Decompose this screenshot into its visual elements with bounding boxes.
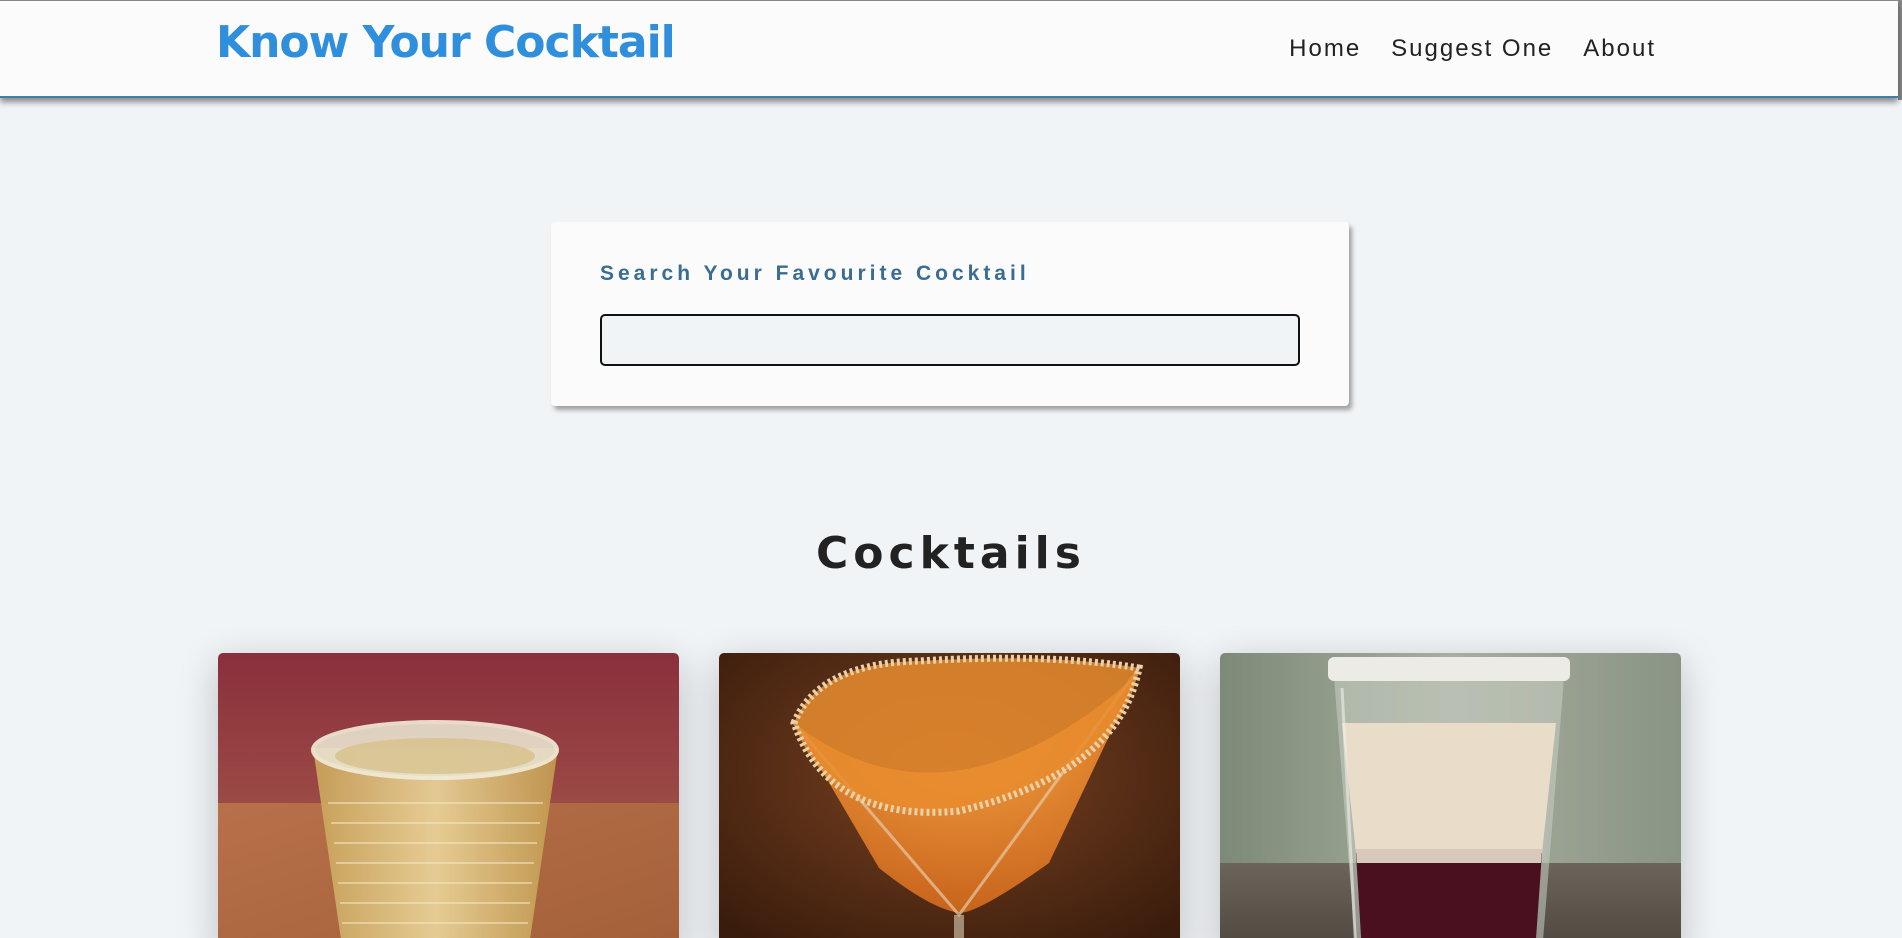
cocktail-photo-orange-martini: [719, 653, 1180, 938]
nav-about-link[interactable]: About: [1583, 35, 1656, 63]
section-title: Cocktails: [816, 528, 1086, 579]
nav-links: Home Suggest One About: [1289, 35, 1656, 63]
page: Know Your Cocktail Home Suggest One Abou…: [0, 0, 1902, 938]
cocktail-photo-layered-shot: [1220, 653, 1681, 938]
scrollbar[interactable]: [1898, 0, 1902, 938]
nav-home-link[interactable]: Home: [1289, 35, 1361, 63]
search-label: Search Your Favourite Cocktail: [600, 262, 1030, 285]
search-input[interactable]: [600, 314, 1300, 366]
cocktail-card[interactable]: [218, 653, 679, 938]
cocktail-card[interactable]: [719, 653, 1180, 938]
cocktail-card[interactable]: [1220, 653, 1681, 938]
scrollbar-thumb[interactable]: [1898, 0, 1902, 100]
nav-suggest-link[interactable]: Suggest One: [1391, 35, 1553, 63]
search-card: Search Your Favourite Cocktail: [551, 222, 1349, 406]
navbar: Know Your Cocktail Home Suggest One Abou…: [0, 0, 1898, 98]
cocktail-photo-whiskey-glass: [218, 653, 679, 938]
brand-logo[interactable]: Know Your Cocktail: [216, 13, 676, 73]
